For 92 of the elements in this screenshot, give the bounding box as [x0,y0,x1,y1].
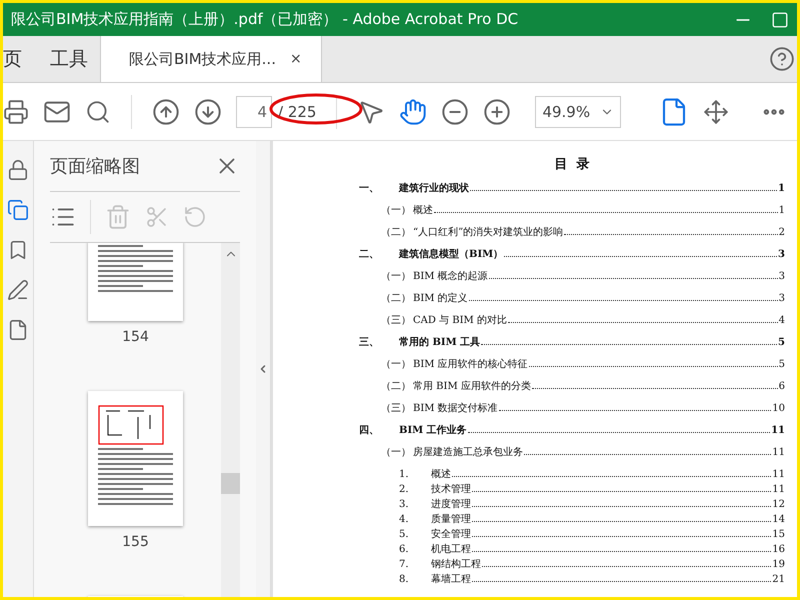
toc-entry[interactable]: 安全管理 [431,527,471,541]
toc-entry[interactable]: BIM 工作业务 [399,423,467,437]
fit-page-icon[interactable] [703,98,730,124]
toc-number: （一） [381,270,412,283]
arrow-up-icon[interactable] [152,98,180,126]
toc-number: 三、 [359,336,380,349]
toc-page-number: 1 [778,183,785,194]
window-title: 限公司BIM技术应用指南（上册）.pdf（已加密） - Adobe Acrobat Pro DC [11,10,520,29]
diagram-drawing [98,405,164,445]
toc-entry[interactable]: BIM 应用软件的核心特征 [413,357,528,371]
toc-page-number: 10 [772,403,785,414]
toc-number: （一） [381,358,412,371]
toc-number: （一） [381,204,412,217]
toc-number: 3. [399,499,410,510]
nav-tab[interactable]: 工具 [50,36,88,82]
maximize-icon[interactable] [771,10,789,28]
page-thumbnail[interactable] [88,243,183,321]
toc-page-number: 12 [772,499,785,510]
toc-entry[interactable]: “人口红利”的消失对建筑业的影响 [413,225,564,239]
toc-entry[interactable]: 概述 [413,203,433,217]
toc-number: 6. [399,544,410,555]
toc-number: 8. [399,574,410,585]
toc-entry[interactable]: BIM 的定义 [413,291,468,305]
file-icon[interactable] [7,319,29,341]
toc-number: 1. [399,469,410,480]
search-icon[interactable] [85,98,111,124]
toc-entry[interactable]: 质量管理 [431,512,471,526]
pen-icon[interactable] [7,279,29,301]
toc-entry[interactable]: 机电工程 [431,542,471,556]
page-number-field[interactable]: 4 [236,96,272,128]
toc-entry[interactable]: 幕墙工程 [431,572,471,586]
toc-entry[interactable]: 技术管理 [431,482,471,496]
pages-icon[interactable] [7,199,29,221]
toc-number: （二） [381,380,412,393]
toc-entry[interactable]: CAD 与 BIM 的对比 [413,313,507,327]
printer-icon[interactable] [3,98,29,124]
toc-page-number: 19 [772,559,785,570]
toc-number: （一） [381,446,412,459]
toc-number: （二） [381,292,412,305]
toc-page-number: 11 [772,447,785,458]
page-number-label: 155 [122,534,149,550]
toc-page-number: 3 [778,271,785,282]
lock-icon[interactable] [7,159,29,181]
toc-number: （二） [381,226,412,239]
toc-entry[interactable]: BIM 数据交付标准 [413,401,498,415]
toc-page-number: 6 [778,381,785,392]
toc-entry[interactable]: 进度管理 [431,497,471,511]
toc-page-number: 5 [778,337,785,348]
hand-icon[interactable] [399,98,428,126]
toc-page-number: 11 [771,425,785,436]
toc-page-number: 15 [772,529,785,540]
toc-entry[interactable]: 常用 BIM 应用软件的分类 [413,379,531,393]
page-thumbnail[interactable] [88,391,183,526]
help-icon[interactable] [769,46,795,72]
toc-page-number: 3 [778,249,785,260]
toc-entry[interactable]: 常用的 BIM 工具 [399,335,480,349]
toc-number: 一、 [359,182,380,195]
toc-page-number: 2 [778,227,785,238]
toc-page-number: 16 [772,544,785,555]
toc-number: 2. [399,484,410,495]
document-tab[interactable]: 限公司BIM技术应用... × [100,36,322,82]
toc-page-number: 1 [778,205,785,216]
toc-number: （三） [381,402,412,415]
toc-entry[interactable]: 房屋建造施工总承包业务 [413,445,523,459]
toc-entry[interactable]: 建筑行业的现状 [399,181,469,195]
toc-page-number: 5 [778,359,785,370]
toc-page-number: 11 [772,469,785,480]
toc-page-number: 21 [772,574,785,585]
toc-page-number: 3 [778,293,785,304]
scrollbar-thumb[interactable] [221,473,240,494]
toc-heading: 目 录 [553,156,591,173]
toc-entry[interactable]: 钢结构工程 [431,557,481,571]
panel-title: 页面缩略图 [50,155,140,178]
close-tab-button[interactable]: × [290,51,302,67]
toc-entry[interactable]: 概述 [431,467,451,481]
zoom-in-icon[interactable] [483,98,512,126]
nav-tab[interactable]: 页 [3,36,50,82]
zoom-select[interactable]: 49.9% [535,96,622,128]
toc-page-number: 4 [778,315,785,326]
page-number-label: 154 [122,329,149,345]
toc-entry[interactable]: BIM 概念的起源 [413,269,488,283]
toc-number: （三） [381,314,412,327]
toc-number: 7. [399,559,410,570]
toc-number: 四、 [359,424,380,437]
zoom-out-icon[interactable] [441,98,470,126]
arrow-down-icon[interactable] [194,98,222,126]
toc-page-number: 11 [772,484,785,495]
toc-number: 5. [399,529,410,540]
toc-number: 4. [399,514,410,525]
toc-entry[interactable]: 建筑信息模型（BIM） [399,247,504,261]
toc-number: 二、 [359,248,380,261]
toc-page-number: 14 [772,514,785,525]
